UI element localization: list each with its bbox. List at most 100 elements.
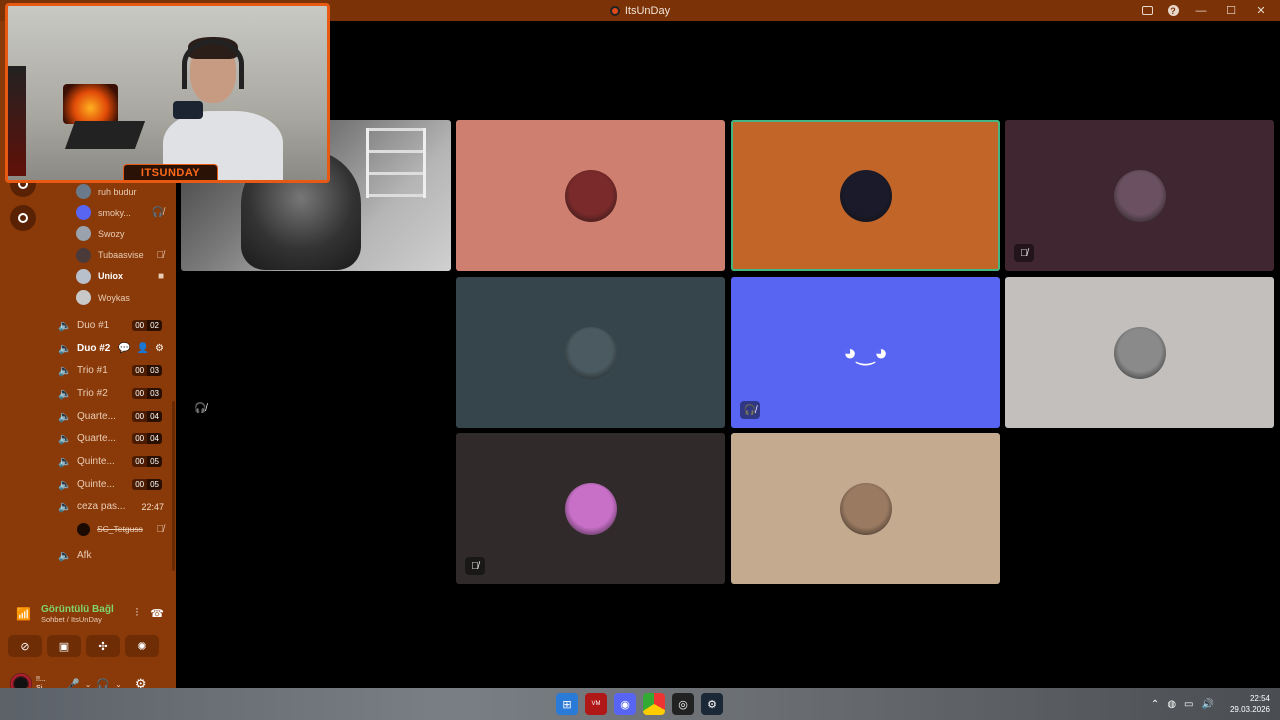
start-button-icon[interactable]: ⊞ [556, 693, 578, 715]
channel-user-count: 00 02 [132, 319, 162, 331]
clock[interactable]: 22:54 29.03.2026 [1230, 693, 1270, 715]
gear-icon[interactable]: ⚙ [155, 343, 164, 354]
close-button[interactable]: ✕ [1248, 2, 1274, 20]
noise-suppression-icon[interactable]: ⫶ [136, 607, 139, 620]
speaker-icon: 🔈 [58, 455, 72, 468]
window-title: ItsUnDay [609, 5, 670, 17]
screen-share-button[interactable]: ▣ [47, 635, 81, 657]
avatar [1113, 326, 1166, 379]
taskbar-apps: ⊞ VM ◉ ◎ ⚙ [556, 693, 723, 715]
muted-status-icon: 🎙̸ [465, 557, 485, 575]
avatar [76, 247, 91, 263]
participant-tile[interactable]: ◕‿◕ 🎧̸ [731, 277, 1000, 428]
voicemeeter-icon[interactable]: VM [585, 693, 607, 715]
title-bar-controls: ? — ☐ ✕ [1136, 0, 1274, 21]
channel-name: Duo #2 [77, 342, 111, 354]
help-icon[interactable]: ? [1162, 2, 1184, 20]
channel-name: Quarte... [77, 410, 116, 422]
invite-icon[interactable]: 👤 [137, 343, 149, 354]
muted-status-icon: 🎙̸ [1014, 244, 1034, 262]
user-status-icon: ■ [157, 270, 164, 282]
channel-user-count: 00 05 [132, 478, 162, 490]
taskbar: ⊞ VM ◉ ◎ ⚙ ⌃ ◍ ▭ 🔊 22:54 29.03.2026 [0, 688, 1280, 720]
headphones-muted-icon: 🎧̸ [194, 403, 207, 414]
channel-user-count: 00 03 [132, 387, 162, 399]
voice-channel[interactable]: 🔈 Duo #2 💬 👤 ⚙ [58, 337, 172, 360]
voice-location[interactable]: Sohbet / ItsUnDay [41, 615, 114, 624]
maximize-button[interactable]: ☐ [1218, 2, 1244, 20]
channel-user-count: 00 05 [132, 455, 162, 467]
soundboard-button[interactable]: ✺ [125, 635, 159, 657]
voice-channel[interactable]: 🔈 Quarte... 00 04 [58, 427, 172, 450]
speaker-icon: 🔈 [58, 410, 72, 423]
voice-user[interactable]: Uniox ■ [76, 266, 172, 287]
voice-user[interactable]: Woykas [76, 287, 172, 308]
discord-logo-icon: ◕‿◕ [843, 339, 888, 365]
disconnect-icon[interactable]: ☎ [150, 607, 164, 620]
avatar [76, 268, 91, 284]
inbox-icon[interactable] [1136, 2, 1158, 20]
avatar [839, 169, 892, 222]
voice-channel[interactable]: 🔈 Trio #2 00 03 [58, 382, 172, 405]
channel-name: Quinte... [77, 455, 115, 467]
voice-user[interactable]: smoky... 🎧̸ [76, 202, 172, 223]
chat-icon[interactable]: 💬 [118, 343, 130, 354]
voice-user[interactable]: SC_Tetguss 🎙̸ [58, 518, 172, 540]
network-icon[interactable]: ▭ [1184, 699, 1193, 710]
webcam-background [8, 66, 26, 176]
activities-button[interactable]: ✣ [86, 635, 120, 657]
voice-channel[interactable]: 🔈 Quinte... 00 05 [58, 450, 172, 473]
system-tray: ⌃ ◍ ▭ 🔊 22:54 29.03.2026 [1151, 688, 1270, 720]
user-name: Swozy [98, 228, 125, 239]
avatar [839, 482, 892, 535]
participant-tile[interactable]: 🎙̸ [1005, 120, 1274, 271]
channel-user-count: 00 04 [132, 410, 162, 422]
avatar [76, 184, 91, 200]
channel-name: Duo #1 [77, 319, 110, 331]
user-name: smoky... [98, 207, 131, 218]
participant-tile[interactable]: 🎙̸ [456, 433, 725, 584]
avatar [76, 205, 91, 221]
voice-channel[interactable]: 🔈 ceza pas... 22:47 [58, 496, 172, 519]
chrome-icon[interactable] [643, 693, 665, 715]
discord-icon[interactable]: ◉ [614, 693, 636, 715]
voice-channel[interactable]: 🔈 Quinte... 00 05 [58, 473, 172, 496]
participant-tile[interactable] [456, 277, 725, 428]
participant-tile[interactable] [1005, 277, 1274, 428]
avatar [76, 290, 91, 306]
voice-user[interactable]: Tubaasvise 🎙̸ [76, 245, 172, 266]
chevron-up-icon[interactable]: ⌃ [1151, 699, 1159, 710]
participant-tile[interactable] [731, 120, 1000, 271]
voice-user[interactable]: ruh budur [76, 181, 172, 202]
obs-icon[interactable]: ◎ [672, 693, 694, 715]
server-icon[interactable] [10, 205, 36, 231]
voice-channel[interactable]: 🔈 Trio #1 00 03 [58, 359, 172, 382]
avatar [76, 226, 91, 242]
sidebar-scrollbar[interactable] [172, 401, 175, 571]
channel-timer: 22:47 [141, 501, 164, 512]
app-logo-icon [609, 5, 620, 16]
webcam-label: ITSUNDAY [123, 164, 218, 180]
channel-name: Quinte... [77, 478, 115, 490]
minimize-button[interactable]: — [1188, 2, 1214, 20]
participant-tile[interactable] [731, 433, 1000, 584]
camera-off-button[interactable]: ⊘ [8, 635, 42, 657]
channel-name: Afk [77, 550, 92, 562]
speaker-icon: 🔈 [58, 387, 72, 400]
app-window: ItsUnDay ? — ☐ ✕ ruh budur smoky... 🎧̸ S… [0, 0, 1280, 720]
voice-channel[interactable]: 🔈 Duo #1 00 02 [58, 314, 172, 337]
user-name: ruh budur [98, 186, 137, 197]
connection-signal-icon: 📶 [16, 607, 31, 621]
participant-tile[interactable] [456, 120, 725, 271]
webcam-background [64, 121, 146, 149]
steam-icon[interactable]: ⚙ [701, 693, 723, 715]
voice-status: Görüntülü Bağl [40, 604, 114, 615]
channel-name: Trio #2 [77, 387, 108, 399]
channel-user-count: 00 04 [132, 433, 162, 445]
voice-channel[interactable]: 🔈 Quarte... 00 04 [58, 405, 172, 428]
volume-icon[interactable]: 🔊 [1202, 699, 1214, 710]
voice-channel-afk[interactable]: 🔈 Afk [58, 544, 172, 567]
tray-icon[interactable]: ◍ [1167, 699, 1176, 710]
user-status-icon: 🎙̸ [156, 249, 165, 261]
voice-user[interactable]: Swozy [76, 223, 172, 244]
